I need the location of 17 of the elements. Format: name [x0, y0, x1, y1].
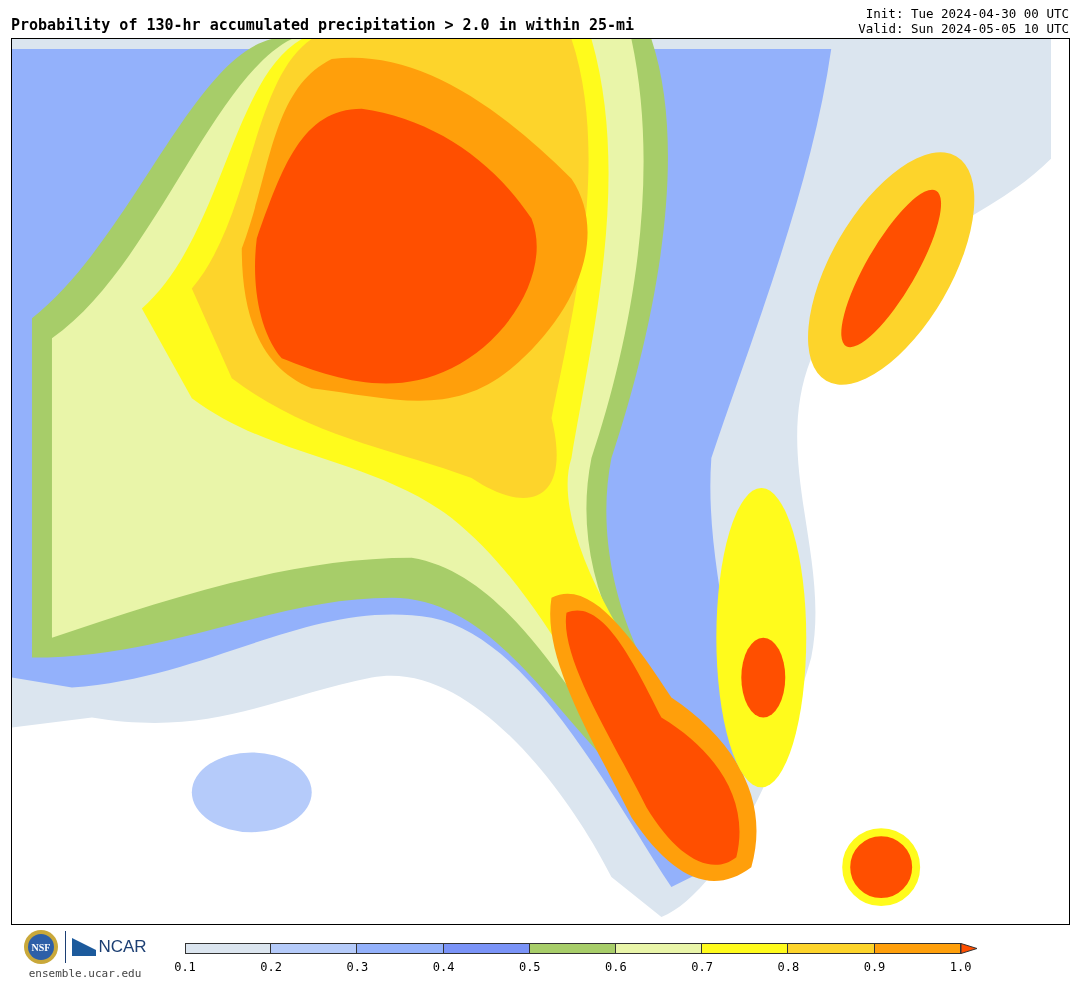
init-time: Init: Tue 2024-04-30 00 UTC — [865, 6, 1069, 21]
tick-label: 1.0 — [948, 960, 973, 974]
logo-wordmark: NCAR — [98, 937, 147, 957]
tick-label: 0.1 — [173, 960, 197, 974]
tick-label: 0.5 — [517, 960, 542, 974]
tick-label: 0.3 — [345, 960, 370, 974]
valid-time: Valid: Sun 2024-05-05 10 UTC — [858, 21, 1069, 36]
seal-logo: NSF — [23, 929, 60, 965]
tick-label: 0.8 — [776, 960, 801, 974]
tick-label: 0.9 — [862, 960, 887, 974]
swoosh-icon — [72, 938, 97, 956]
tick-label: 0.7 — [690, 960, 714, 974]
chart-title: Probability of 130-hr accumulated precipitation > 2.0 in within 25-mi — [11, 16, 635, 36]
tick-label: 0.2 — [259, 960, 284, 974]
site-url: ensemble.ucar.edu — [28, 967, 142, 980]
tick-label: 0.4 — [431, 960, 456, 974]
tick-label: 0.6 — [604, 960, 628, 974]
